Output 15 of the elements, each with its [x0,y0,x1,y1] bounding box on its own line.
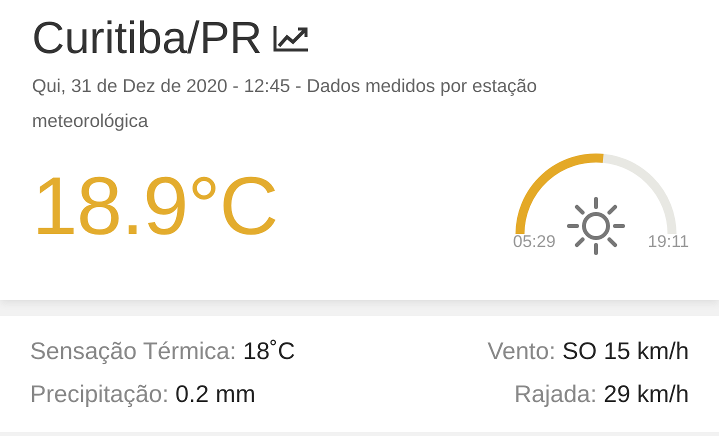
stat-label: Sensação Térmica: [30,338,236,365]
temperature: 18.9°C [32,160,278,254]
stat-value: 18˚C [243,338,296,365]
sun-icon [567,197,625,255]
stat-value: SO 15 km/h [562,338,689,365]
stat-label: Precipitação: [30,381,169,408]
measurement-info: Qui, 31 de Dez de 2020 - 12:45 - Dados medidos por estação meteorológica [32,74,538,133]
stat-label: Vento: [488,338,556,365]
stat-value: 29 km/h [604,381,689,408]
trend-chart-icon[interactable] [272,23,310,53]
stat-label: Rajada: [514,381,597,408]
sunrise-time: 05:29 [513,232,556,252]
stat-value: 0.2 mm [175,381,256,408]
city-title: Curitiba/PR [32,12,262,64]
sunset-time: 19:11 [648,232,689,252]
